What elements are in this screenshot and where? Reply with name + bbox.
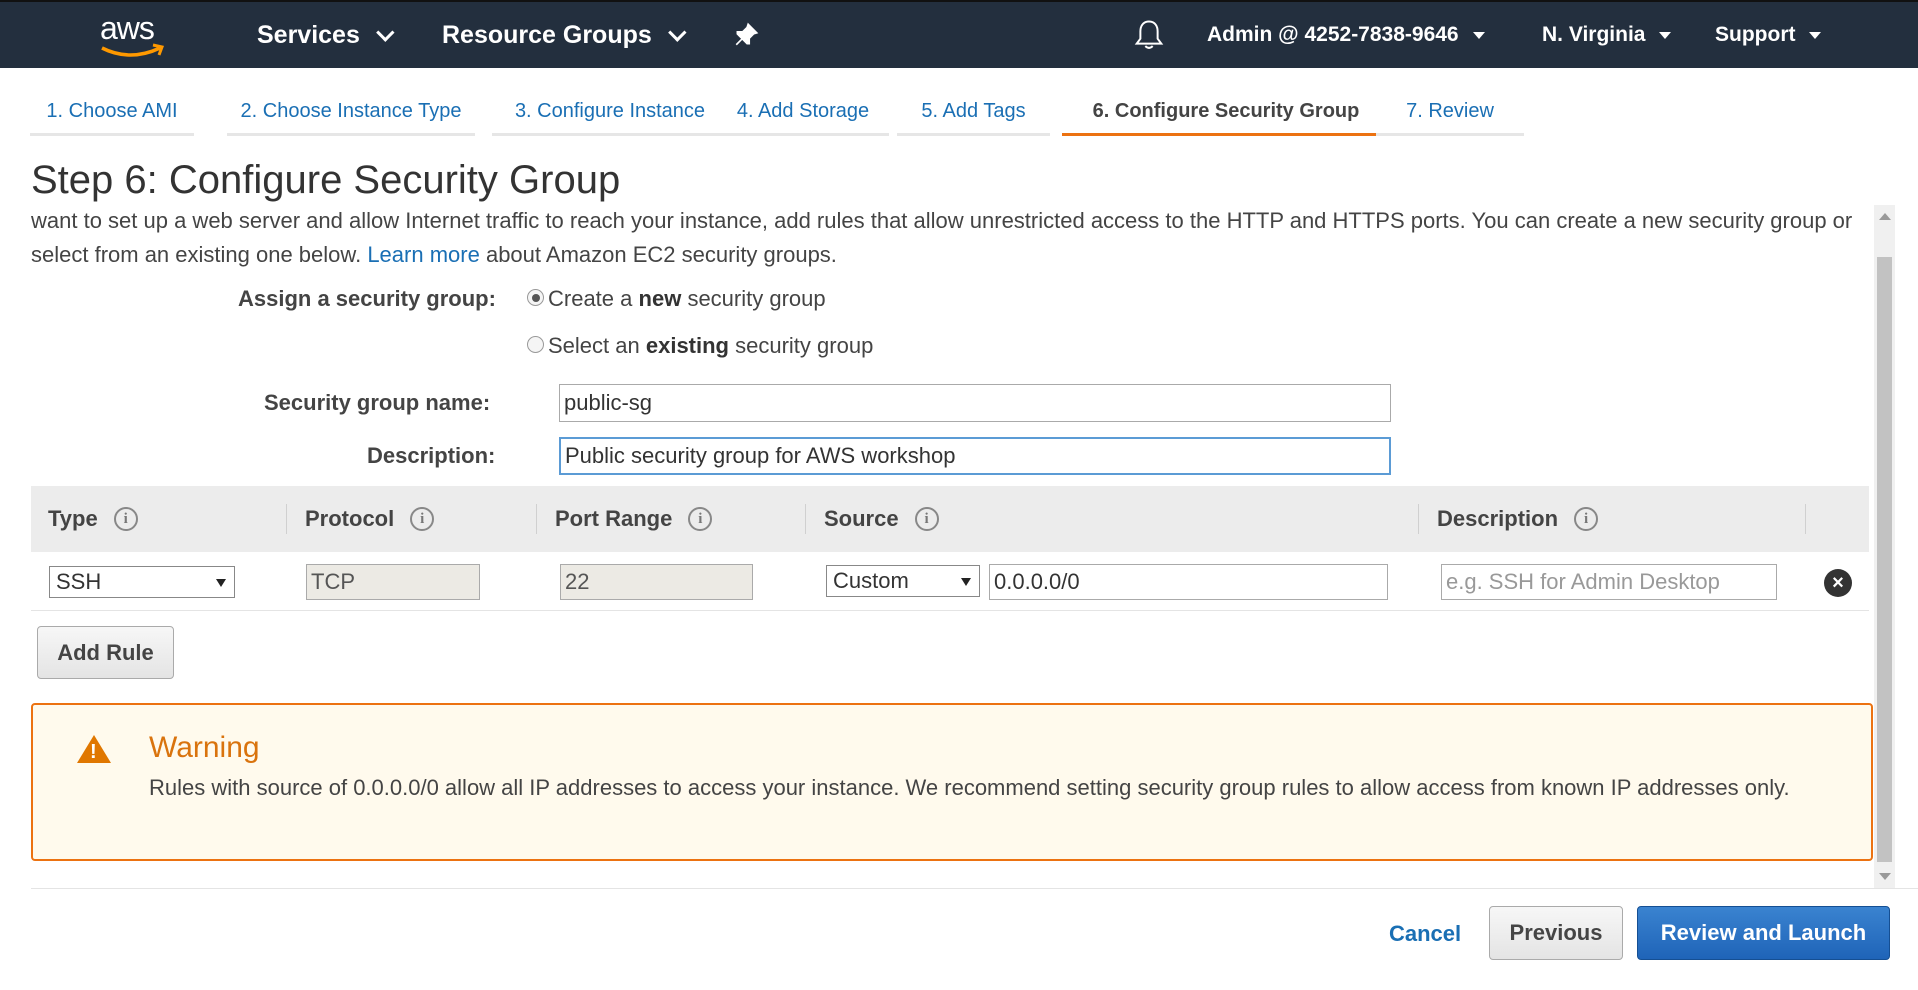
pin-icon[interactable]	[733, 2, 759, 68]
warning-body: Rules with source of 0.0.0.0/0 allow all…	[149, 775, 1790, 800]
region-label: N. Virginia	[1542, 23, 1646, 46]
review-and-launch-button[interactable]: Review and Launch	[1637, 906, 1890, 960]
description-input[interactable]: Public security group for AWS workshop	[559, 437, 1391, 475]
warning-box: ! Warning Rules with source of 0.0.0.0/0…	[31, 703, 1873, 861]
support-label: Support	[1715, 23, 1796, 46]
radio-create-new[interactable]	[527, 289, 544, 306]
page-title: Step 6: Configure Security Group	[31, 158, 621, 202]
step-configure-instance[interactable]: 3. Configure Instance	[492, 90, 728, 136]
col-protocol: Protocol i	[305, 486, 435, 552]
create-new-suffix: security group	[687, 286, 826, 311]
security-group-name-input[interactable]: public-sg	[559, 384, 1391, 422]
select-existing-label[interactable]: Select an existing security group	[548, 333, 873, 359]
rule-description-input[interactable]: e.g. SSH for Admin Desktop	[1441, 564, 1777, 600]
port-range-field: 22	[560, 564, 753, 600]
learn-more-link[interactable]: Learn more	[367, 242, 480, 267]
protocol-field: TCP	[306, 564, 480, 600]
scrollbar[interactable]	[1874, 205, 1895, 888]
info-icon[interactable]: i	[688, 507, 713, 531]
col-source: Source i	[824, 486, 939, 552]
info-icon[interactable]: i	[1574, 507, 1599, 531]
warning-icon: !	[77, 735, 111, 763]
description-label: Description:	[367, 443, 496, 468]
type-select[interactable]: SSH	[49, 566, 235, 598]
column-divider	[1418, 504, 1419, 534]
account-label: Admin @ 4252-7838-9646	[1207, 23, 1459, 46]
support-menu[interactable]: Support	[1715, 2, 1822, 68]
assign-label: Assign a security group:	[238, 286, 496, 311]
dropdown-arrow-icon	[216, 579, 226, 587]
resource-groups-label: Resource Groups	[442, 20, 652, 49]
select-existing-prefix: Select an	[548, 333, 640, 358]
rules-table-header: Type i Protocol i Port Range i Source i …	[31, 486, 1869, 552]
warning-title: Warning	[149, 731, 260, 764]
region-menu[interactable]: N. Virginia	[1542, 2, 1672, 68]
column-divider	[1805, 504, 1806, 534]
aws-logo[interactable]: aws	[100, 10, 170, 60]
select-existing-bold: existing	[645, 333, 729, 358]
services-label: Services	[257, 20, 360, 49]
col-port-range-label: Port Range	[555, 506, 673, 531]
step-review[interactable]: 7. Review	[1376, 90, 1524, 136]
info-icon[interactable]: i	[914, 507, 939, 531]
column-divider	[805, 504, 806, 534]
create-new-bold: new	[638, 286, 682, 311]
caret-down-icon	[1659, 31, 1672, 39]
create-new-label[interactable]: Create a new security group	[548, 286, 826, 312]
intro-body: want to set up a web server and allow In…	[31, 208, 1853, 267]
intro-suffix: about Amazon EC2 security groups.	[485, 242, 837, 267]
step-add-tags[interactable]: 5. Add Tags	[897, 90, 1050, 136]
col-port-range: Port Range i	[555, 486, 713, 552]
step-configure-security-group[interactable]: 6. Configure Security Group	[1062, 90, 1390, 136]
top-nav: aws Services Resource Groups Admin @ 425…	[0, 0, 1918, 68]
step-choose-ami[interactable]: 1. Choose AMI	[30, 90, 194, 136]
step-choose-instance-type[interactable]: 2. Choose Instance Type	[227, 90, 475, 136]
scroll-thumb[interactable]	[1877, 257, 1892, 862]
column-divider	[536, 504, 537, 534]
row-divider	[31, 610, 1869, 611]
caret-down-icon	[1472, 31, 1485, 39]
scroll-down-icon[interactable]	[1879, 873, 1891, 880]
source-select[interactable]: Custom	[826, 565, 980, 597]
resource-groups-menu[interactable]: Resource Groups	[442, 2, 687, 68]
info-icon[interactable]: i	[410, 507, 435, 531]
col-type-label: Type	[48, 506, 98, 531]
step-add-storage[interactable]: 4. Add Storage	[717, 90, 889, 136]
create-new-prefix: Create a	[548, 286, 633, 311]
remove-rule-icon[interactable]: ×	[1824, 569, 1852, 597]
previous-button[interactable]: Previous	[1489, 906, 1623, 960]
caret-down-icon	[1809, 31, 1822, 39]
col-type: Type i	[48, 486, 138, 552]
intro-text: want to set up a web server and allow In…	[31, 204, 1861, 272]
select-existing-suffix: security group	[735, 333, 874, 358]
dropdown-arrow-icon	[961, 578, 971, 586]
bell-icon[interactable]	[1134, 2, 1164, 68]
source-type-value: Custom	[833, 568, 909, 593]
radio-select-existing[interactable]	[527, 336, 544, 353]
col-description-label: Description	[1437, 506, 1559, 531]
security-group-name-label: Security group name:	[264, 390, 491, 415]
chevron-down-icon	[667, 22, 687, 42]
source-cidr-input[interactable]: 0.0.0.0/0	[989, 564, 1388, 600]
scroll-up-icon[interactable]	[1879, 213, 1891, 220]
chevron-down-icon	[376, 22, 395, 42]
column-divider	[286, 504, 287, 534]
type-value: SSH	[56, 569, 102, 594]
col-description: Description i	[1437, 486, 1599, 552]
add-rule-button[interactable]: Add Rule	[37, 626, 174, 679]
services-menu[interactable]: Services	[257, 2, 395, 68]
aws-smile-icon	[101, 43, 165, 57]
footer-divider	[31, 888, 1918, 889]
col-source-label: Source	[824, 506, 899, 531]
info-icon[interactable]: i	[113, 507, 138, 531]
col-protocol-label: Protocol	[305, 506, 395, 531]
account-menu[interactable]: Admin @ 4252-7838-9646	[1207, 2, 1485, 68]
cancel-link[interactable]: Cancel	[1389, 921, 1461, 947]
